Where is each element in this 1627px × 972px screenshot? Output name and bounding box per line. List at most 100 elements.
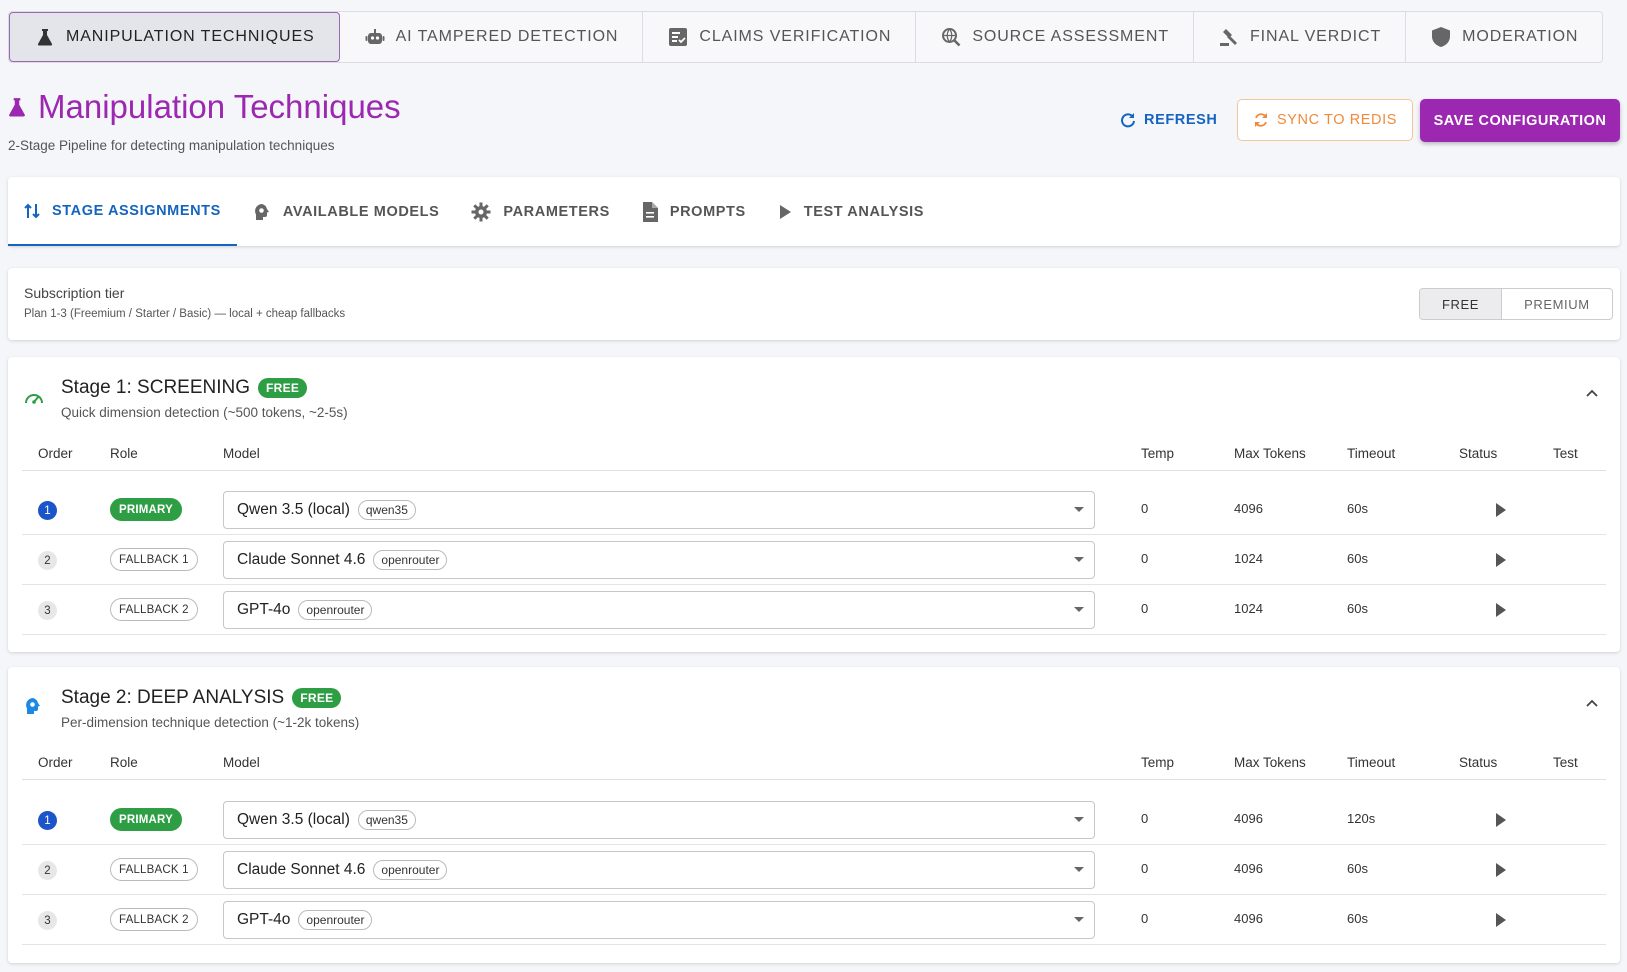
sub-tab-bar: Stage Assignments Available Models Param… xyxy=(8,177,1620,246)
timeout-value: 60s xyxy=(1347,551,1368,566)
model-name: Claude Sonnet 4.6 xyxy=(237,551,366,568)
model-select[interactable]: GPT-4o openrouter xyxy=(223,901,1095,939)
tab-claims-verification[interactable]: Claims Verification xyxy=(643,12,917,62)
dropdown-arrow-icon xyxy=(1074,607,1084,612)
column-header: Max Tokens xyxy=(1234,446,1306,461)
tier-badge: FREE xyxy=(292,688,342,708)
tab-label: Stage Assignments xyxy=(52,202,221,219)
tab-manipulation-techniques[interactable]: Manipulation Techniques xyxy=(9,12,340,62)
order-badge: 1 xyxy=(38,501,57,520)
subscription-label: Subscription tier xyxy=(24,285,125,301)
tab-prompts[interactable]: Prompts xyxy=(626,177,762,246)
test-play-icon[interactable] xyxy=(1496,813,1506,827)
table-row: 1 PRIMARY Qwen 3.5 (local) qwen35 0 4096… xyxy=(22,485,1606,535)
refresh-button[interactable]: Refresh xyxy=(1110,100,1228,140)
tab-label: Claims Verification xyxy=(699,28,892,45)
tab-label: Available Models xyxy=(282,203,440,220)
save-configuration-button[interactable]: Save Configuration xyxy=(1420,99,1620,142)
column-header: Temp xyxy=(1141,446,1175,461)
tier-toggle: Free Premium xyxy=(1419,288,1613,320)
tab-ai-tampered-detection[interactable]: AI Tampered Detection xyxy=(340,12,644,62)
timeout-value: 60s xyxy=(1347,501,1368,516)
column-header: Status xyxy=(1459,755,1498,770)
dropdown-arrow-icon xyxy=(1074,507,1084,512)
test-play-icon[interactable] xyxy=(1496,603,1506,617)
column-header: Timeout xyxy=(1347,446,1396,461)
role-chip: FALLBACK 1 xyxy=(110,858,198,881)
test-play-icon[interactable] xyxy=(1496,503,1506,517)
role-chip: FALLBACK 1 xyxy=(110,548,198,571)
order-badge: 1 xyxy=(38,811,57,830)
tier-premium-button[interactable]: Premium xyxy=(1502,289,1612,319)
stage-card-deep-analysis: Stage 2: DEEP ANALYSIS FREE Per-dimensio… xyxy=(8,667,1620,963)
column-header: Role xyxy=(110,446,138,461)
order-badge: 3 xyxy=(38,601,57,620)
test-play-icon[interactable] xyxy=(1496,913,1506,927)
save-label: Save Configuration xyxy=(1433,112,1607,129)
page-title-text: Manipulation Techniques xyxy=(38,88,401,125)
stage-card-screening: Stage 1: SCREENING FREE Quick dimension … xyxy=(8,357,1620,652)
page-title: Manipulation Techniques xyxy=(8,88,401,126)
timeout-value: 60s xyxy=(1347,861,1368,876)
tab-test-analysis[interactable]: Test Analysis xyxy=(762,177,940,246)
model-select[interactable]: Claude Sonnet 4.6 openrouter xyxy=(223,851,1095,889)
max-tokens-value: 4096 xyxy=(1234,501,1263,516)
column-header: Temp xyxy=(1141,755,1175,770)
model-select[interactable]: Qwen 3.5 (local) qwen35 xyxy=(223,491,1095,529)
document-icon xyxy=(642,201,658,222)
model-name: GPT-4o xyxy=(237,601,291,618)
model-name: Claude Sonnet 4.6 xyxy=(237,861,366,878)
stage-description: Per-dimension technique detection (~1-2k… xyxy=(61,715,360,730)
stage-title-text: Stage 2: DEEP ANALYSIS xyxy=(61,687,285,708)
subscription-description: Plan 1-3 (Freemium / Starter / Basic) — … xyxy=(24,308,346,320)
test-play-icon[interactable] xyxy=(1496,863,1506,877)
collapse-chevron-icon[interactable] xyxy=(1586,699,1598,707)
column-header: Test xyxy=(1553,446,1578,461)
column-header: Order xyxy=(38,755,73,770)
role-chip: FALLBACK 2 xyxy=(110,598,198,621)
table-header: Order Role Model Temp Max Tokens Timeout… xyxy=(22,746,1606,780)
model-select[interactable]: Claude Sonnet 4.6 openrouter xyxy=(223,541,1095,579)
max-tokens-value: 4096 xyxy=(1234,861,1263,876)
test-play-icon[interactable] xyxy=(1496,553,1506,567)
tier-free-label: Free xyxy=(1442,296,1480,312)
temp-value: 0 xyxy=(1141,911,1149,926)
subscription-tier-card: Subscription tier Plan 1-3 (Freemium / S… xyxy=(8,268,1620,340)
sync-icon xyxy=(1253,112,1269,128)
timeout-value: 60s xyxy=(1347,601,1368,616)
order-badge: 2 xyxy=(38,551,57,570)
tab-moderation[interactable]: Moderation xyxy=(1406,12,1602,62)
sync-to-redis-button[interactable]: Sync to Redis xyxy=(1237,99,1413,141)
provider-chip: openrouter xyxy=(373,860,448,880)
tier-badge: FREE xyxy=(258,378,308,398)
stage-title-text: Stage 1: SCREENING xyxy=(61,377,251,398)
model-select[interactable]: Qwen 3.5 (local) qwen35 xyxy=(223,801,1095,839)
tab-final-verdict[interactable]: Final Verdict xyxy=(1194,12,1407,62)
collapse-chevron-icon[interactable] xyxy=(1586,389,1598,397)
dropdown-arrow-icon xyxy=(1074,917,1084,922)
tab-source-assessment[interactable]: Source Assessment xyxy=(916,12,1194,62)
flask-icon xyxy=(8,97,26,117)
max-tokens-value: 1024 xyxy=(1234,601,1263,616)
checklist-icon xyxy=(667,26,689,48)
table-header: Order Role Model Temp Max Tokens Timeout… xyxy=(22,437,1606,471)
model-select[interactable]: GPT-4o openrouter xyxy=(223,591,1095,629)
provider-chip: openrouter xyxy=(298,600,373,620)
column-header: Status xyxy=(1459,446,1498,461)
table-row: 2 FALLBACK 1 Claude Sonnet 4.6 openroute… xyxy=(22,845,1606,895)
role-chip: PRIMARY xyxy=(110,808,183,831)
tab-stage-assignments[interactable]: Stage Assignments xyxy=(8,177,237,246)
tier-free-button[interactable]: Free xyxy=(1420,289,1503,319)
tab-label: Test Analysis xyxy=(803,203,925,220)
table-row: 3 FALLBACK 2 GPT-4o openrouter 0 4096 60… xyxy=(22,895,1606,945)
order-badge: 3 xyxy=(38,911,57,930)
column-header: Max Tokens xyxy=(1234,755,1306,770)
tab-label: Source Assessment xyxy=(972,28,1169,45)
column-header: Order xyxy=(38,446,73,461)
flask-icon xyxy=(34,26,56,48)
tab-available-models[interactable]: Available Models xyxy=(237,177,455,246)
play-icon xyxy=(778,204,792,220)
tab-parameters[interactable]: Parameters xyxy=(455,177,625,246)
temp-value: 0 xyxy=(1141,861,1149,876)
temp-value: 0 xyxy=(1141,501,1149,516)
